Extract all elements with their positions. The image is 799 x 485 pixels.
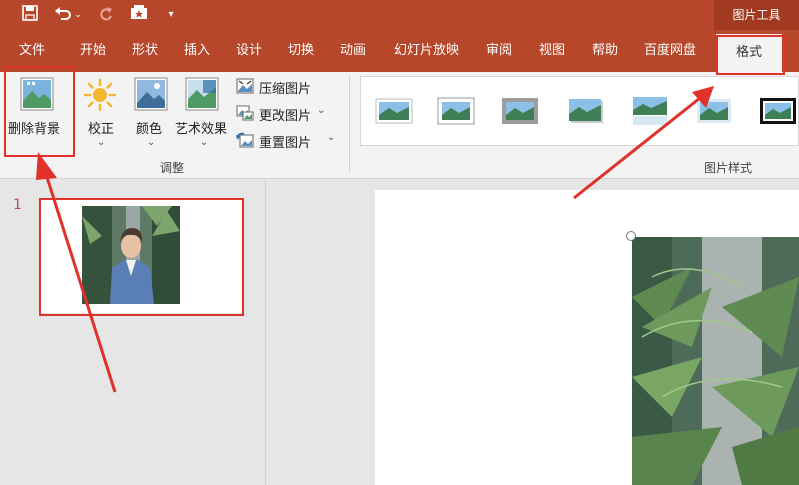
arrow-head-icon bbox=[692, 86, 714, 108]
arrow-to-remove-background bbox=[44, 173, 117, 393]
annotation-arrows bbox=[36, 86, 714, 393]
arrow-to-format-tab bbox=[573, 96, 701, 200]
arrow-head-icon bbox=[36, 152, 57, 180]
